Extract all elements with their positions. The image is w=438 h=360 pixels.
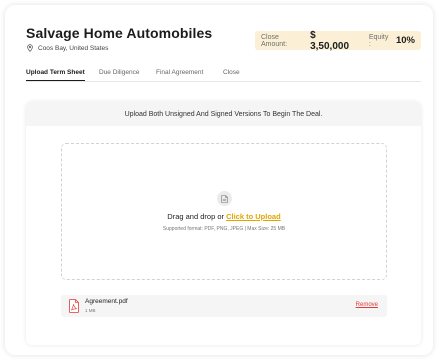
tab-upload-term-sheet[interactable]: Upload Term Sheet <box>26 69 85 81</box>
drag-drop-text: Drag and drop or <box>167 212 227 221</box>
supported-formats-text: Supported format: PDF, PNG, JPEG | Max S… <box>162 226 286 232</box>
file-name: Agreement.pdf <box>85 298 128 305</box>
location-text: Coos Bay, United States <box>38 44 109 52</box>
uploaded-file-row: Agreement.pdf 1 MB Remove <box>61 295 387 317</box>
file-icon <box>221 194 228 203</box>
tab-close[interactable]: Close <box>223 69 240 76</box>
close-amount-label: Close Amount: <box>261 33 288 48</box>
file-size: 1 MB <box>85 308 96 313</box>
panel-heading: Upload Both Unsigned And Signed Versions… <box>26 102 421 126</box>
equity-value: 10% <box>395 35 415 46</box>
upload-dropzone[interactable]: Drag and drop or Click to Upload Support… <box>61 143 387 280</box>
deal-tabs: Upload Term Sheet Due Diligence Final Ag… <box>26 66 421 82</box>
location-pin-icon <box>27 44 33 52</box>
file-icon-circle <box>217 191 232 206</box>
tab-final-agreement[interactable]: Final Agreement <box>156 69 203 76</box>
upload-panel: Upload Both Unsigned And Signed Versions… <box>26 102 421 345</box>
location: Coos Bay, United States <box>26 44 108 52</box>
pdf-file-icon <box>69 299 79 313</box>
click-to-upload-link[interactable]: Click to Upload <box>226 212 281 221</box>
close-amount-value: $ 3,50,000 <box>310 29 350 52</box>
dropzone-prompt: Drag and drop or Click to Upload <box>62 212 386 221</box>
equity-label: Equity : <box>368 33 389 48</box>
remove-file-link[interactable]: Remove <box>356 302 378 308</box>
page-title: Salvage Home Automobiles <box>26 25 213 41</box>
deal-card: Salvage Home Automobiles Coos Bay, Unite… <box>5 5 433 355</box>
deal-summary: Close Amount: $ 3,50,000 Equity : 10% <box>255 29 421 52</box>
tab-due-diligence[interactable]: Due Diligence <box>99 69 139 76</box>
